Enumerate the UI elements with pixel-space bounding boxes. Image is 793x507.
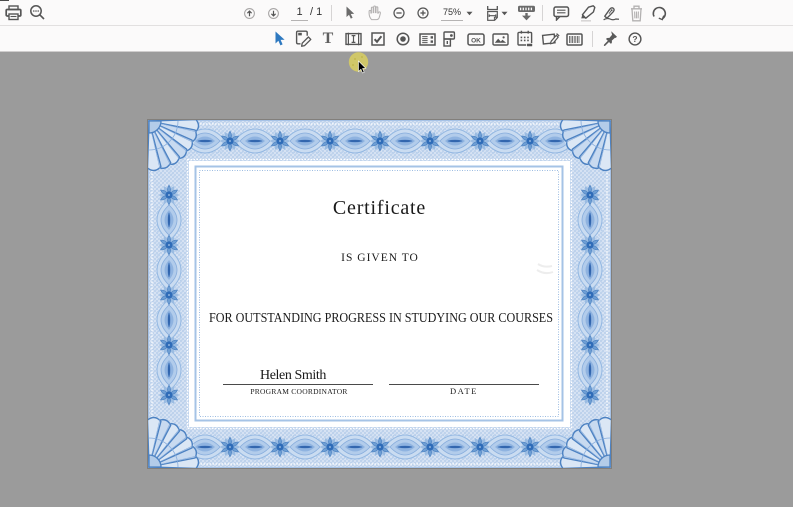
svg-text:OK: OK [471,37,481,44]
svg-text:?: ? [632,34,637,44]
